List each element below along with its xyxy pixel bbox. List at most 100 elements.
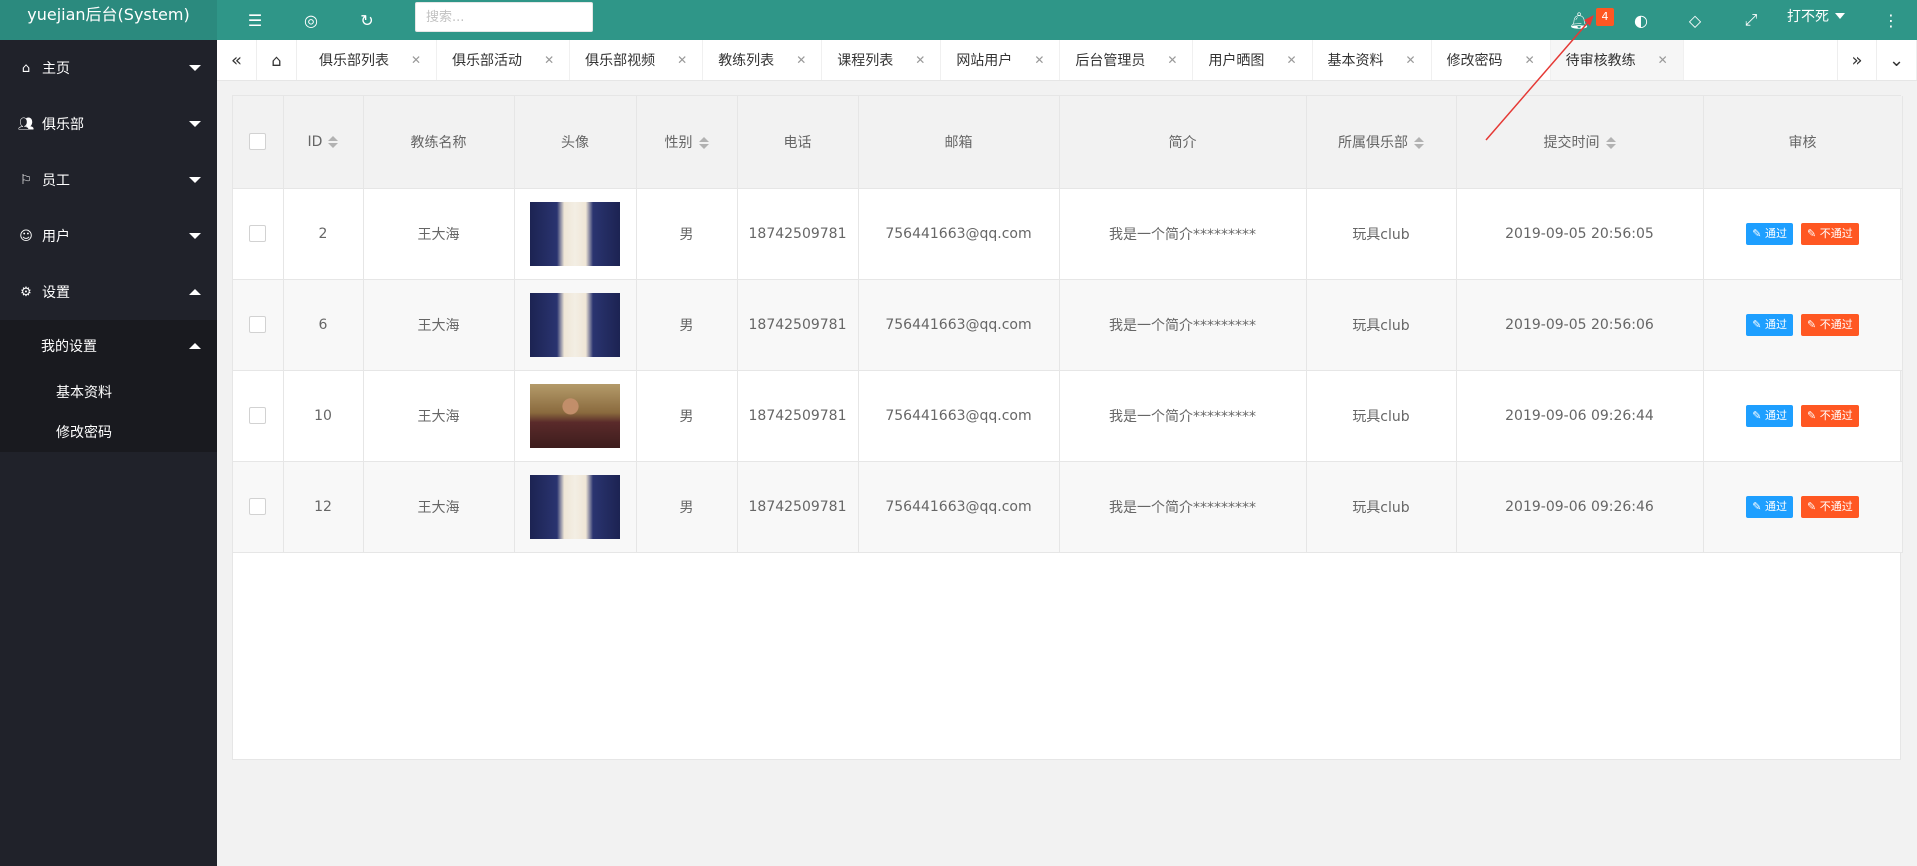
- menu-toggle-icon[interactable]: ☰: [235, 0, 275, 40]
- sort-icon[interactable]: [1605, 136, 1616, 150]
- row-checkbox[interactable]: [249, 407, 267, 424]
- reject-button[interactable]: ✎ 不通过: [1801, 404, 1859, 427]
- tab-item[interactable]: 待审核教练 ✕: [1550, 40, 1684, 80]
- sort-icon[interactable]: [698, 136, 709, 150]
- tab-item[interactable]: 教练列表 ✕: [703, 40, 823, 80]
- cell-avatar: [514, 279, 637, 371]
- cell-club: 玩具club: [1306, 461, 1457, 553]
- cell-time: 2019-09-06 09:26:44: [1456, 370, 1704, 462]
- tab-item[interactable]: 基本资料 ✕: [1313, 40, 1432, 80]
- more-vertical-icon[interactable]: ⋮: [1871, 0, 1911, 40]
- review-table-panel: ID 教练名称 头像 性别 电话 邮箱 简介 所属俱乐部 提交时间 审核 2 王大…: [232, 95, 1903, 760]
- approve-button[interactable]: ✎ 通过: [1746, 313, 1793, 336]
- approve-button[interactable]: ✎ 通过: [1746, 495, 1793, 518]
- tab-item[interactable]: 俱乐部视频 ✕: [570, 40, 704, 80]
- header-club[interactable]: 所属俱乐部: [1306, 96, 1457, 189]
- chevron-down-icon: [189, 65, 201, 71]
- sidebar-item-label: 员工: [42, 173, 70, 189]
- cell-name: 王大海: [363, 461, 515, 553]
- header-gender[interactable]: 性别: [636, 96, 738, 189]
- sidebar-item-label: 用户: [42, 229, 70, 245]
- approve-button[interactable]: ✎ 通过: [1746, 222, 1793, 245]
- globe-icon[interactable]: ◎: [291, 0, 331, 40]
- avatar-image[interactable]: [530, 474, 620, 539]
- avatar-image[interactable]: [530, 201, 620, 266]
- cell-avatar: [514, 188, 637, 280]
- header-id[interactable]: ID: [283, 96, 364, 189]
- tab-item[interactable]: 修改密码 ✕: [1432, 40, 1551, 80]
- close-icon[interactable]: ✕: [677, 53, 687, 67]
- cell-id: 6: [283, 279, 364, 371]
- tabs-menu-icon[interactable]: ⌄: [1877, 40, 1917, 80]
- table-header-row: ID 教练名称 头像 性别 电话 邮箱 简介 所属俱乐部 提交时间 审核: [233, 96, 1903, 189]
- reject-button[interactable]: ✎ 不通过: [1801, 222, 1859, 245]
- close-icon[interactable]: ✕: [796, 53, 806, 67]
- cell-review-actions: ✎ 通过 ✎ 不通过: [1703, 370, 1903, 462]
- reject-button[interactable]: ✎ 不通过: [1801, 495, 1859, 518]
- cell-gender: 男: [636, 461, 738, 553]
- theme-icon[interactable]: ◐: [1621, 0, 1661, 40]
- tabs-next-icon[interactable]: »: [1837, 40, 1877, 80]
- row-checkbox[interactable]: [249, 316, 267, 333]
- bell-icon[interactable]: 🔔︎: [1559, 0, 1599, 40]
- close-icon[interactable]: ✕: [1167, 53, 1177, 67]
- cell-club: 玩具club: [1306, 370, 1457, 462]
- tab-item[interactable]: 用户晒图 ✕: [1193, 40, 1313, 80]
- cell-review-actions: ✎ 通过 ✎ 不通过: [1703, 188, 1903, 280]
- sidebar-item-club[interactable]: 👥︎ 俱乐部: [0, 96, 217, 152]
- approve-button[interactable]: ✎ 通过: [1746, 404, 1793, 427]
- sidebar-item-home[interactable]: ⌂ 主页: [0, 40, 217, 96]
- sidebar-item-staff[interactable]: ⚐ 员工: [0, 152, 217, 208]
- tab-label: 用户晒图: [1208, 53, 1265, 69]
- row-checkbox[interactable]: [249, 225, 267, 242]
- close-icon[interactable]: ✕: [544, 53, 554, 67]
- home-icon: ⌂: [21, 60, 31, 76]
- tab-item[interactable]: 俱乐部活动 ✕: [437, 40, 571, 80]
- cell-time: 2019-09-05 20:56:06: [1456, 279, 1704, 371]
- cell-club: 玩具club: [1306, 279, 1457, 371]
- close-icon[interactable]: ✕: [1406, 53, 1416, 67]
- sidebar-item-settings[interactable]: ⚙ 设置: [0, 264, 217, 320]
- sidebar-item-label: 设置: [42, 285, 70, 301]
- fullscreen-icon[interactable]: ⤢: [1731, 0, 1771, 40]
- cell-phone: 18742509781: [737, 188, 859, 280]
- chevron-up-icon: [189, 289, 201, 295]
- tab-item[interactable]: 俱乐部列表 ✕: [304, 40, 438, 80]
- submenu-my-settings[interactable]: 我的设置: [0, 320, 217, 372]
- search-input[interactable]: [415, 2, 593, 32]
- avatar-image[interactable]: [530, 383, 620, 448]
- close-icon[interactable]: ✕: [1525, 53, 1535, 67]
- sort-icon[interactable]: [328, 135, 339, 149]
- submenu-item-change-password[interactable]: 修改密码: [0, 412, 217, 452]
- close-icon[interactable]: ✕: [1286, 53, 1296, 67]
- row-select-cell: [233, 279, 284, 371]
- row-checkbox[interactable]: [249, 498, 267, 515]
- sidebar-item-user[interactable]: ☺ 用户: [0, 208, 217, 264]
- submenu-item-basic-info[interactable]: 基本资料: [0, 372, 217, 412]
- tab-label: 基本资料: [1327, 53, 1384, 69]
- sort-icon[interactable]: [1414, 136, 1424, 150]
- row-select-cell: [233, 188, 284, 280]
- user-menu[interactable]: 打不死: [1787, 0, 1845, 32]
- home-tab-icon[interactable]: ⌂: [257, 40, 297, 80]
- close-icon[interactable]: ✕: [411, 53, 421, 67]
- avatar-image[interactable]: [530, 292, 620, 357]
- close-icon[interactable]: ✕: [915, 53, 925, 67]
- close-icon[interactable]: ✕: [1034, 53, 1044, 67]
- tabs-prev-icon[interactable]: «: [217, 40, 257, 80]
- close-icon[interactable]: ✕: [1658, 53, 1668, 67]
- cell-email: 756441663@qq.com: [858, 461, 1060, 553]
- tab-item[interactable]: 网站用户 ✕: [941, 40, 1061, 80]
- edit-icon: ✎: [1807, 499, 1820, 513]
- header-submit-time[interactable]: 提交时间: [1456, 96, 1704, 189]
- select-all-checkbox[interactable]: [249, 133, 267, 151]
- cell-name: 王大海: [363, 188, 515, 280]
- tab-item[interactable]: 课程列表 ✕: [822, 40, 942, 80]
- reject-button[interactable]: ✎ 不通过: [1801, 313, 1859, 336]
- cell-gender: 男: [636, 188, 738, 280]
- refresh-icon[interactable]: ↻: [347, 0, 387, 40]
- header-review: 审核: [1703, 96, 1903, 189]
- tab-item[interactable]: 后台管理员 ✕: [1060, 40, 1194, 80]
- tab-label: 网站用户: [956, 53, 1013, 69]
- tag-icon[interactable]: ◇: [1675, 0, 1715, 40]
